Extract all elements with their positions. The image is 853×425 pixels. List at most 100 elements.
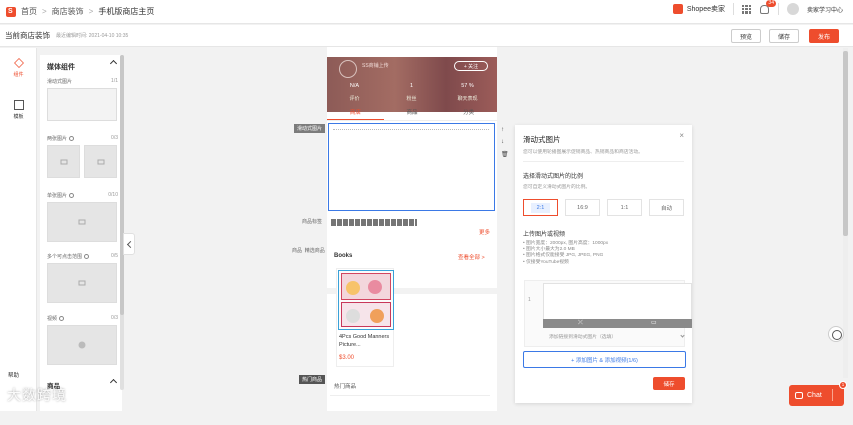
delete-icon[interactable]: 🗑 — [501, 151, 509, 158]
component-toolbar: ↑ ↓ 🗑 — [499, 125, 509, 165]
product-price: $3.00 — [339, 355, 355, 361]
chevron-up-icon[interactable] — [109, 59, 118, 68]
carousel-component-selected[interactable] — [328, 123, 495, 211]
component-video-thumb[interactable] — [47, 325, 117, 365]
support-headset-icon[interactable] — [828, 326, 844, 342]
tab-categories[interactable]: 分类 — [440, 107, 497, 120]
apps-grid-icon[interactable] — [741, 4, 751, 14]
replace-icon[interactable]: ⤫ — [578, 319, 583, 328]
ratio-option-2-1[interactable]: 2:1 — [523, 199, 558, 216]
follow-button[interactable]: + 关注 — [454, 61, 488, 71]
shop-tabs: 商店 商品 分类 — [327, 107, 497, 121]
component-two-images-thumb-2[interactable] — [84, 145, 117, 178]
chevron-up-icon[interactable] — [109, 378, 118, 387]
page-title: 当前商店装饰 — [5, 31, 50, 40]
hot-products-title: 热门商品 — [334, 384, 357, 390]
component-panel: 媒体组件 滑动式图片 1/1 两张图片 0/3 单张图片 0/10 多个可点击范… — [40, 55, 122, 411]
tab-products[interactable]: 商品 — [384, 107, 441, 120]
ratio-section-title: 选择滑动式图片的比例 — [523, 174, 584, 180]
component-count: 0/3 — [111, 135, 118, 141]
seller-learning-center-link[interactable]: 卖家学习中心 — [807, 5, 843, 14]
shop-avatar — [339, 60, 357, 78]
component-single-image-thumb[interactable] — [47, 202, 117, 242]
image-icon — [78, 280, 86, 286]
layers-icon — [13, 58, 24, 68]
watermark-text: 大数跨境 — [7, 388, 67, 404]
ratio-option-1-1[interactable]: 1:1 — [607, 199, 642, 216]
shop-name: SS商铺上传 — [362, 63, 389, 69]
breadcrumb-home[interactable]: 首页 — [21, 6, 37, 17]
help-circle-icon[interactable] — [59, 316, 65, 321]
hashtag-strip — [331, 219, 417, 226]
avatar[interactable] — [786, 3, 799, 15]
divider — [732, 3, 734, 15]
component-count: 0/3 — [111, 315, 118, 321]
media-actions-bar: ⤫ ▭ — [543, 319, 692, 328]
publish-button[interactable]: 发布 — [809, 29, 839, 43]
image-icon — [97, 159, 104, 164]
help-circle-icon[interactable] — [69, 193, 75, 198]
chevron-down-icon — [680, 333, 685, 338]
add-image-video-button[interactable]: + 添加图片 & 添加视频(1/6) — [523, 351, 686, 368]
collapse-panel-button[interactable] — [123, 233, 135, 255]
help-circle-icon[interactable] — [84, 254, 90, 259]
component-hotspot-thumb[interactable] — [47, 263, 117, 303]
shopee-logo-icon[interactable] — [6, 6, 16, 17]
panel-scrollbar[interactable] — [120, 55, 124, 390]
stat-followers: 1 粉丝 — [406, 83, 417, 102]
component-label-hotspot: 多个可点击范围 — [47, 253, 90, 260]
breadcrumb-shop-decoration[interactable]: 商店装饰 — [52, 6, 84, 17]
save-component-button[interactable]: 储存 — [653, 377, 685, 390]
divider — [777, 3, 779, 15]
product-card[interactable]: 4Pcs Good Manners Picture... $3.00 — [336, 268, 394, 367]
see-all-link[interactable]: 查看全部 > — [458, 253, 485, 261]
hot-products-section[interactable] — [330, 395, 490, 411]
hot-products-tag: 热门商品 — [299, 375, 326, 384]
page-scrollbar[interactable] — [843, 48, 848, 378]
product-image — [338, 270, 394, 330]
component-carousel-thumb[interactable] — [47, 88, 117, 121]
breadcrumb-separator-icon: > — [42, 7, 47, 16]
rail-components-label: 组件 — [13, 72, 24, 78]
ratio-option-auto[interactable]: 自动 — [649, 199, 684, 216]
notification-bell-icon[interactable]: 34 — [759, 0, 776, 15]
trash-icon[interactable]: ▭ — [651, 319, 657, 328]
media-index: 1 — [528, 297, 531, 303]
ratio-option-16-9[interactable]: 16:9 — [565, 199, 600, 216]
move-down-icon[interactable]: ↓ — [501, 139, 504, 145]
chat-button[interactable]: Chat 1 — [789, 381, 847, 406]
shopee-bag-icon — [672, 4, 683, 14]
component-two-images-thumb-1[interactable] — [47, 145, 80, 178]
left-rail: 组件 模板 帮助 — [0, 48, 37, 411]
component-label-single-image: 单张图片 — [47, 192, 75, 199]
close-icon[interactable]: × — [679, 131, 684, 140]
upload-section-title: 上传图片或视频 — [523, 232, 566, 238]
section-title: Books — [334, 253, 353, 259]
settings-description: 您可以使用轮播图展示促销商品、热销商品和商店活动。 — [523, 150, 643, 155]
save-draft-button[interactable]: 储存 — [769, 29, 799, 43]
play-icon — [78, 341, 86, 349]
image-icon — [78, 219, 86, 225]
tab-shop[interactable]: 商店 — [327, 107, 384, 120]
help-link[interactable]: 帮助 — [8, 371, 19, 379]
rail-templates-tab[interactable]: 模板 — [0, 100, 37, 120]
help-circle-icon[interactable] — [69, 136, 75, 141]
seller-center-label: Shopee卖家 — [686, 6, 725, 13]
notification-badge: 34 — [766, 0, 776, 7]
move-up-icon[interactable]: ↑ — [501, 127, 504, 133]
component-count: 0/5 — [111, 253, 118, 259]
preview-button[interactable]: 预览 — [731, 29, 761, 43]
seller-center-link[interactable]: Shopee卖家 — [672, 4, 725, 14]
section-divider — [327, 419, 497, 425]
upload-specs: • 图片宽度：2000px, 图片高度：1000px • 图片大小最大为2.0 … — [523, 241, 609, 265]
rail-components-tab[interactable]: 组件 — [0, 58, 37, 78]
product-name: 4Pcs Good Manners Picture... — [339, 334, 390, 348]
rail-templates-label: 模板 — [13, 114, 24, 120]
chat-bubble-icon — [795, 392, 803, 399]
link-select[interactable]: 添加链接到滑动式图片（选填） — [543, 333, 692, 343]
chat-expand-icon[interactable] — [832, 389, 842, 401]
more-link[interactable]: 更多 — [479, 228, 490, 236]
divider — [523, 161, 684, 162]
component-label-carousel: 滑动式图片 — [47, 79, 73, 85]
component-count: 0/10 — [108, 192, 118, 198]
